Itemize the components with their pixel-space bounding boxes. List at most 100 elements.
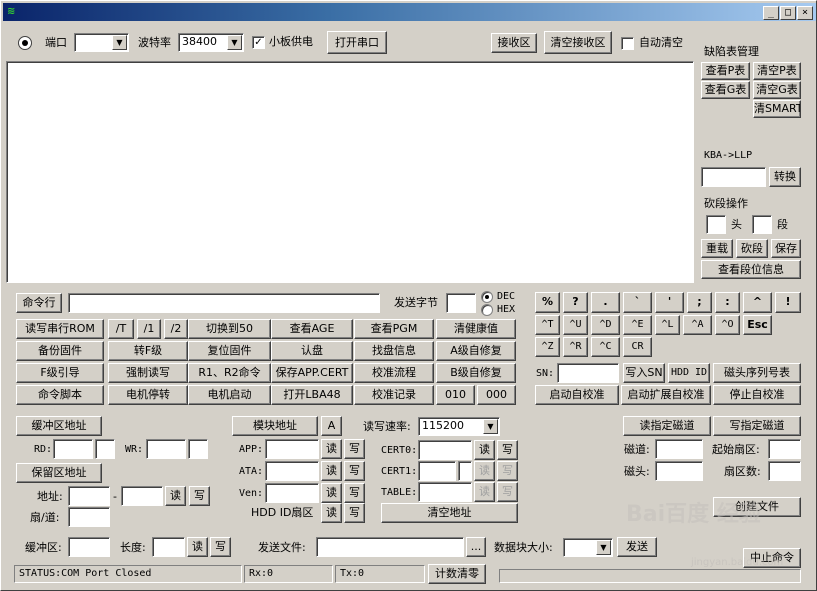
cmd-000-button[interactable]: 000 <box>477 385 516 405</box>
ven-write-button[interactable]: 写 <box>344 483 365 503</box>
browse-button[interactable]: ... <box>466 537 486 557</box>
hdd-id-read-button[interactable]: 读 <box>321 503 342 523</box>
key-ctrl-a[interactable]: ^A <box>683 315 712 335</box>
reload-button[interactable]: 重载 <box>701 239 733 258</box>
ata-write-button[interactable]: 写 <box>344 461 365 481</box>
key-dot[interactable]: . <box>591 292 620 313</box>
switch-50-button[interactable]: 切换到50 <box>188 319 271 339</box>
rd-input-2[interactable] <box>95 439 115 459</box>
key-caret[interactable]: ^ <box>743 292 772 313</box>
write-track-button[interactable]: 写指定磁道 <box>713 416 801 436</box>
buffer-addr-button[interactable]: 缓冲区地址 <box>16 416 102 436</box>
cmd-010-button[interactable]: 010 <box>436 385 475 405</box>
ven-read-button[interactable]: 读 <box>321 483 342 503</box>
maximize-button[interactable]: □ <box>780 6 796 20</box>
a-level-repair-button[interactable]: A级自修复 <box>436 341 516 361</box>
cert0-read-button[interactable]: 读 <box>474 440 495 460</box>
head-track-input[interactable] <box>655 461 703 481</box>
app-input[interactable] <box>265 439 319 459</box>
baud-select[interactable]: 38400 ▼ <box>178 33 244 52</box>
save-app-cert-button[interactable]: 保存APP.CERT <box>271 363 353 383</box>
ata-read-button[interactable]: 读 <box>321 461 342 481</box>
cert1-input-2[interactable] <box>458 461 472 481</box>
motor-start-button[interactable]: 电机启动 <box>188 385 271 405</box>
clear-recv-button[interactable]: 清空接收区 <box>544 31 612 54</box>
key-percent[interactable]: % <box>535 292 560 313</box>
block-size-select[interactable]: ▼ <box>563 538 613 557</box>
cut-button[interactable]: 砍段 <box>736 239 768 258</box>
receive-area[interactable] <box>6 61 694 283</box>
convert-button[interactable]: 转换 <box>769 167 801 187</box>
key-ctrl-t[interactable]: ^T <box>535 315 560 335</box>
key-ctrl-d[interactable]: ^D <box>591 315 620 335</box>
view-pgm-button[interactable]: 查看PGM <box>354 319 434 339</box>
sector-count-input[interactable] <box>768 461 801 481</box>
kba-input[interactable] <box>701 167 766 187</box>
view-seg-button[interactable]: 查看段位信息 <box>701 260 801 279</box>
cert1-read-button[interactable]: 读 <box>474 461 495 481</box>
addr-write-button[interactable]: 写 <box>189 486 210 506</box>
addr-end-input[interactable] <box>121 486 163 506</box>
cmd-1-button[interactable]: /1 <box>137 319 161 339</box>
reset-firmware-button[interactable]: 复位固件 <box>188 341 271 361</box>
track-input[interactable] <box>655 439 703 459</box>
identify-disk-button[interactable]: 认盘 <box>271 341 353 361</box>
send-bytes-input[interactable] <box>446 293 476 313</box>
b-level-repair-button[interactable]: B级自修复 <box>436 363 516 383</box>
minimize-button[interactable]: _ <box>763 6 779 20</box>
head-serial-button[interactable]: 磁头序列号表 <box>713 363 801 383</box>
key-semicolon[interactable]: ; <box>687 292 712 313</box>
key-cr[interactable]: CR <box>623 337 652 357</box>
wr-input[interactable] <box>146 439 186 459</box>
read-track-button[interactable]: 读指定磁道 <box>623 416 711 436</box>
open-lba48-button[interactable]: 打开LBA48 <box>271 385 353 405</box>
to-f-level-button[interactable]: 转F级 <box>108 341 188 361</box>
key-quote[interactable]: ' <box>655 292 684 313</box>
key-ctrl-e[interactable]: ^E <box>623 315 652 335</box>
start-calib-button[interactable]: 启动自校准 <box>535 385 619 405</box>
start-ext-calib-button[interactable]: 启动扩展自校准 <box>621 385 711 405</box>
send-button[interactable]: 发送 <box>617 537 657 557</box>
key-ctrl-c[interactable]: ^C <box>591 337 620 357</box>
rw-serial-rom-button[interactable]: 读写串行ROM <box>16 319 104 339</box>
r1-r2-cmd-button[interactable]: R1、R2命令 <box>188 363 271 383</box>
calib-flow-button[interactable]: 校准流程 <box>354 363 434 383</box>
cmd-t-button[interactable]: /T <box>108 319 134 339</box>
calib-record-button[interactable]: 校准记录 <box>354 385 434 405</box>
key-ctrl-l[interactable]: ^L <box>655 315 680 335</box>
cmd-2-button[interactable]: /2 <box>164 319 188 339</box>
addr-read-button[interactable]: 读 <box>165 486 186 506</box>
force-rw-button[interactable]: 强制读写 <box>108 363 188 383</box>
wr-input-2[interactable] <box>188 439 208 459</box>
cert1-write-button[interactable]: 写 <box>497 461 518 481</box>
hdd-id-write-button[interactable]: 写 <box>344 503 365 523</box>
table-write-button[interactable]: 写 <box>497 482 518 502</box>
ata-input[interactable] <box>265 461 319 481</box>
auto-clear-checkbox[interactable] <box>621 37 634 50</box>
cert0-input[interactable] <box>418 440 472 460</box>
rw-rate-select[interactable]: 115200 ▼ <box>418 417 500 436</box>
clear-addr-button[interactable]: 清空地址 <box>381 503 518 523</box>
ven-input[interactable] <box>265 483 319 503</box>
module-a-button[interactable]: A <box>321 416 342 436</box>
key-exclaim[interactable]: ! <box>775 292 801 313</box>
stop-calib-button[interactable]: 停止自校准 <box>713 385 801 405</box>
key-colon[interactable]: : <box>715 292 740 313</box>
buffer-read-button[interactable]: 读 <box>187 537 208 557</box>
open-port-button[interactable]: 打开串口 <box>327 31 387 54</box>
rd-input[interactable] <box>53 439 93 459</box>
clear-smart-button[interactable]: 清SMART <box>753 100 801 118</box>
view-p-button[interactable]: 查看P表 <box>701 62 750 80</box>
board-power-checkbox[interactable]: ✓ <box>252 36 265 49</box>
cmd-script-button[interactable]: 命令脚本 <box>16 385 104 405</box>
key-backtick[interactable]: ` <box>623 292 652 313</box>
cmd-line-button[interactable]: 命令行 <box>16 293 62 313</box>
cert1-input[interactable] <box>418 461 456 481</box>
table-input[interactable] <box>418 482 472 502</box>
app-read-button[interactable]: 读 <box>321 439 342 459</box>
dec-radio[interactable] <box>481 291 493 303</box>
buffer-input[interactable] <box>68 537 110 557</box>
recv-area-button[interactable]: 接收区 <box>491 33 537 53</box>
f-level-boot-button[interactable]: F级引导 <box>16 363 104 383</box>
key-esc[interactable]: Esc <box>743 315 772 335</box>
